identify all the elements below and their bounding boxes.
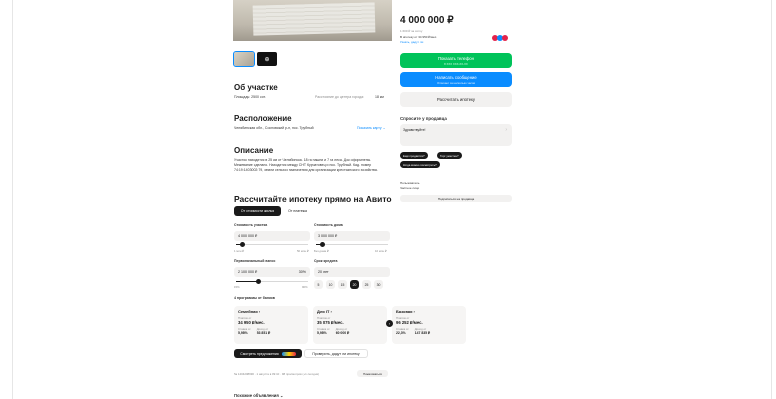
message-note: Отвечает за несколько часов [437,80,475,85]
mortgage-title: Рассчитайте ипотеку прямо на Авито [234,194,392,204]
chip-still-selling[interactable]: Ещё продаётся? [400,152,428,159]
payment-value: 96 252 ₽/мес. [396,320,423,325]
plot-cost-label: Стоимость участка [234,223,268,227]
area-text: Площадь: 2500 сот. [234,95,266,99]
down-payment-percent: 30% [298,270,306,274]
down-max: 90% [302,285,308,289]
programs-title: 4 программы от банков [234,296,275,300]
term-option-10[interactable]: 10 [326,280,335,289]
address-text: Челябинская обл., Сосновский р-н, пос. Т… [234,126,314,130]
plot-max: 50 млн ₽ [297,249,309,253]
offers-button-label: Смотреть предложения [240,351,279,356]
house-cost-input[interactable]: 3 000 000 ₽ [314,231,390,241]
rate-value: 22,3% [396,331,406,335]
house-cost-label: Стоимость дома [314,223,343,227]
term-option-15[interactable]: 15 [338,280,347,289]
income-value: 53 851 ₽ [256,331,271,335]
location-title: Расположение [234,114,292,123]
term-option-5[interactable]: 5 [314,280,323,289]
program-title: Для IT › [317,309,332,314]
report-button[interactable]: Пожаловаться [357,370,388,377]
write-message-button[interactable]: Написать сообщение Отвечает за несколько… [400,72,512,87]
bank-program-card[interactable]: Базовая › Платёж от 96 252 ₽/мес. Ставка от… [392,306,466,344]
bank-logos-icon [281,351,296,356]
more-photos-icon[interactable]: ⊕ [257,52,277,66]
program-title: Семейная › [238,309,261,314]
chip-bargain[interactable]: Торг уместен? [437,152,462,159]
sidebar-price: 4 000 000 ₽ [400,15,454,26]
down-payment-input[interactable]: 2 100 000 ₽ 30% [234,267,310,277]
offers-button[interactable]: Смотреть предложения [234,349,302,358]
show-map-link[interactable]: Показать карту ⌄ [357,126,386,130]
about-title: Об участке [234,83,278,92]
ad-info: № 1404208990 · 1 августа в 09:10 · 98 пр… [234,372,319,376]
mortgage-check-link[interactable]: Узнать, дадут ли [400,40,423,44]
distance-label: Расстояние до центра города: [315,95,365,99]
listing-page: ⊕ Об участке Площадь: 2500 сот. Расстоян… [0,0,776,399]
main-photo[interactable] [233,0,392,41]
plot-cost-input[interactable]: 4 000 000 ₽ [234,231,310,241]
term-label: Срок кредита [314,259,338,263]
description-title: Описание [234,146,274,155]
show-phone-label: Показать телефон [438,55,474,61]
program-title: Базовая › [396,309,415,314]
ask-placeholder: Здравствуйте! [403,128,426,132]
phone-mask: 8 XXX XXX-XX-XX [444,61,468,66]
subscribe-seller-button[interactable]: Подписаться на продавца [400,195,512,202]
house-max: 10 млн ₽ [375,249,387,253]
send-icon[interactable]: › [505,127,507,133]
rate-value: 5,98% [238,331,248,335]
payment-value: 35 075 ₽/мес. [317,320,344,325]
ask-seller-textarea[interactable]: Здравствуйте! › [400,124,512,146]
rate-value: 5,98% [317,331,327,335]
seller-type: Пользователь [400,181,420,185]
down-min: 15% [234,285,240,289]
house-cost-slider[interactable] [316,242,388,247]
show-phone-button[interactable]: Показать телефон 8 XXX XXX-XX-XX [400,53,512,68]
calc-mortgage-button[interactable]: Рассчитать ипотеку [400,92,512,107]
term-option-25[interactable]: 25 [362,280,371,289]
bank-program-card[interactable]: Для IT › Платёж от 35 075 ₽/мес. Ставка от 5… [313,306,387,344]
tab-from-payment[interactable]: От платежа [284,206,311,216]
next-arrow-icon[interactable]: › [386,320,393,327]
tab-from-price[interactable]: От стоимости жилья [234,206,281,216]
term-option-30[interactable]: 30 [374,280,383,289]
payment-value: 34 950 ₽/мес. [238,320,265,325]
income-value: 60 000 ₽ [335,331,350,335]
price-per-unit: 1 600 ₽ за сотку [400,29,423,33]
income-value: 147 835 ₽ [414,331,431,335]
check-mortgage-button[interactable]: Проверить, дадут ли ипотеку [304,349,368,358]
down-payment-value: 2 100 000 ₽ [238,270,258,274]
ask-seller-title: Спросите у продавца [400,116,447,121]
thumbnail[interactable] [233,51,255,67]
description-text: Участок находится в 25 км от Челябинска.… [234,158,378,172]
distance-value: 18 км [375,95,384,99]
term-option-20[interactable]: 20 [350,280,359,289]
thumbnail-strip: ⊕ [233,51,277,67]
plot-min: 1 млн ₽ [234,249,244,253]
seller-note: Частное лицо [400,186,420,190]
house-min: Без дома ₽ [314,249,329,253]
down-payment-label: Первоначальный взнос [234,259,276,263]
down-payment-slider[interactable] [236,279,308,284]
similar-title[interactable]: Похожие объявления ⌄ [234,393,283,398]
bank-program-card[interactable]: Семейная › Платёж от 34 950 ₽/мес. Ставка о… [234,306,308,344]
write-message-label: Написать сообщение [435,74,477,80]
mortgage-from-text: В ипотеку от 34 950 ₽/мес. [400,35,438,39]
bank-logos-icon [492,35,508,41]
term-input[interactable]: 20 лет [314,267,390,277]
chip-when-view[interactable]: Когда можно посмотреть? [400,161,440,168]
plot-cost-slider[interactable] [236,242,308,247]
